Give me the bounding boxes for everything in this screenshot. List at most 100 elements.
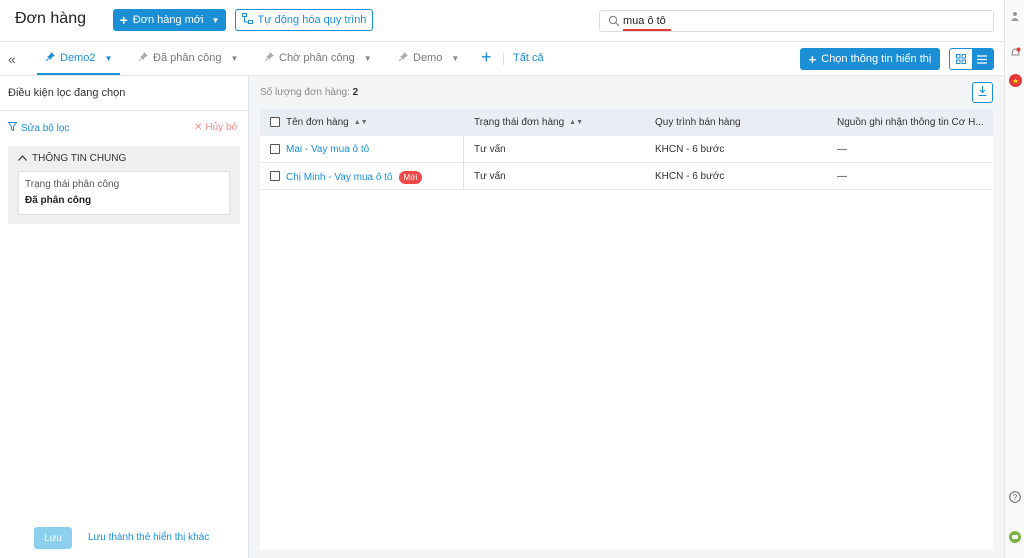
tab-label: Chờ phân công [279,52,355,64]
orders-main: Số lượng đơn hàng: 2 Tên đơn hàng ▲▼ Trạ… [249,76,1004,558]
vietnam-flag-icon[interactable]: ★ [1008,73,1022,87]
plus-icon: + [808,51,817,67]
sort-icon: ▲▼ [569,119,583,126]
table-row[interactable]: Chị Minh - Vay mua ô tô Mới Tư vấn KHCN -… [260,163,993,190]
chevron-up-icon [18,153,27,164]
plus-icon: + [119,12,128,28]
chevron-down-icon: ▼ [451,53,460,63]
tab-assigned[interactable]: Đã phân công ▼ [138,52,239,64]
add-tab-icon[interactable]: + [481,48,492,66]
automation-label: Tự động hóa quy trình [257,14,367,26]
tab-demo2[interactable]: Demo2 ▼ [45,52,113,64]
order-source: — [837,171,847,182]
order-process: KHCN - 6 bước [655,171,725,182]
filter-panel-title: Điều kiện lọc đang chọn [8,87,126,99]
order-name-link[interactable]: Chị Minh - Vay mua ô tô [286,172,393,183]
automation-button[interactable]: Tự động hóa quy trình [235,9,373,31]
collapse-panel-icon[interactable]: « [8,51,16,67]
order-count-label: Số lượng đơn hàng: [260,87,350,98]
grid-view-icon[interactable] [950,49,972,69]
choose-display-label: Chọn thông tin hiển thị [821,53,932,65]
top-bar: Đơn hàng + Đơn hàng mới ▼ Tự động hóa qu… [0,0,1004,42]
pin-icon [264,52,274,64]
column-header-name[interactable]: Tên đơn hàng ▲▼ [286,117,368,128]
clear-filter-link[interactable]: ✕ Hủy bỏ [194,122,237,133]
download-button[interactable] [972,82,993,103]
table-row[interactable]: Mai - Vay mua ô tô Tư vấn KHCN - 6 bước … [260,136,993,163]
chevron-down-icon: ▼ [363,53,372,63]
order-count-value: 2 [352,87,359,98]
tab-all[interactable]: Tất cả [513,52,544,64]
download-icon [978,86,987,99]
column-divider [463,136,464,190]
order-source: — [837,144,847,155]
svg-text:★: ★ [1011,76,1018,85]
help-icon[interactable]: ? [1008,490,1022,504]
edit-filter-link[interactable]: Sửa bộ lọc [7,122,70,134]
right-rail: ★ ? [1004,0,1024,558]
new-order-button[interactable]: + Đơn hàng mới ▼ [113,9,226,31]
search-box [599,10,994,32]
workflow-icon [241,13,253,27]
filter-group-header[interactable]: THÔNG TIN CHUNG [18,153,126,164]
chevron-down-icon: ▼ [230,53,239,63]
pin-icon [138,52,148,64]
pin-icon [45,52,55,64]
search-icon [608,15,620,27]
filter-group-title: THÔNG TIN CHUNG [32,153,127,164]
search-input[interactable] [623,13,983,29]
svg-text:?: ? [1013,493,1018,502]
filter-group: THÔNG TIN CHUNG Trạng thái phân công Đã … [8,146,240,224]
view-tabs-bar: « Demo2 ▼ Đã phân công ▼ Chờ phân công ▼ [0,42,1004,76]
tab-label: Demo2 [60,52,96,64]
chat-icon[interactable] [1008,530,1022,544]
sort-icon: ▲▼ [353,119,368,126]
close-icon: ✕ [194,122,203,133]
user-icon[interactable] [1008,9,1022,23]
clear-filter-label: Hủy bỏ [205,122,238,133]
filter-panel: Điều kiện lọc đang chọn Sửa bộ lọc ✕ Hủy… [0,76,249,558]
bell-icon[interactable] [1008,45,1022,59]
order-status: Tư vấn [474,171,506,182]
save-as-other-view-link[interactable]: Lưu thành thẻ hiển thị khác [88,532,209,543]
view-mode-toggle [949,48,994,70]
new-badge: Mới [398,171,423,184]
edit-filter-label: Sửa bộ lọc [21,122,70,134]
column-header-label: Trạng thái đơn hàng [474,117,565,128]
choose-display-fields-button[interactable]: + Chọn thông tin hiển thị [800,48,940,70]
order-name-cell: Chị Minh - Vay mua ô tô Mới [286,171,423,184]
order-process: KHCN - 6 bước [655,144,725,155]
app-root: Đơn hàng + Đơn hàng mới ▼ Tự động hóa qu… [0,0,1024,558]
active-tab-indicator [37,73,120,75]
chevron-down-icon: ▼ [104,53,113,63]
filter-condition-label: Trạng thái phân công [25,179,120,190]
tab-pending-assignment[interactable]: Chờ phân công ▼ [264,52,372,64]
table-header: Tên đơn hàng ▲▼ Trạng thái đơn hàng ▲▼ Q… [260,109,993,136]
spellcheck-underline [623,29,671,31]
column-header-source[interactable]: Nguồn ghi nhận thông tin Cơ H... [837,117,984,128]
list-view-icon[interactable] [971,49,993,69]
row-checkbox[interactable] [270,171,280,181]
column-header-label: Tên đơn hàng [286,117,349,128]
divider [0,110,249,111]
filter-condition-value: Đã phân công [25,195,92,206]
page-title: Đơn hàng [15,10,86,27]
tab-label: Đã phân công [153,52,222,64]
pin-icon [398,52,408,64]
divider [503,53,504,65]
tab-demo[interactable]: Demo ▼ [398,52,460,64]
chevron-down-icon: ▼ [211,15,220,25]
filter-icon [7,122,18,134]
filter-condition-card[interactable]: Trạng thái phân công Đã phân công [18,171,230,215]
select-all-checkbox[interactable] [270,117,280,127]
new-order-label: Đơn hàng mới [132,14,204,26]
orders-table: Tên đơn hàng ▲▼ Trạng thái đơn hàng ▲▼ Q… [260,109,993,549]
column-header-status[interactable]: Trạng thái đơn hàng ▲▼ [474,117,583,128]
order-name-link[interactable]: Mai - Vay mua ô tô [286,144,369,155]
tab-label: Demo [413,52,443,64]
order-status: Tư vấn [474,144,506,155]
save-button[interactable]: Lưu [34,527,72,549]
column-header-process[interactable]: Quy trình bán hàng [655,117,741,128]
order-count: Số lượng đơn hàng: 2 [260,87,358,98]
row-checkbox[interactable] [270,144,280,154]
